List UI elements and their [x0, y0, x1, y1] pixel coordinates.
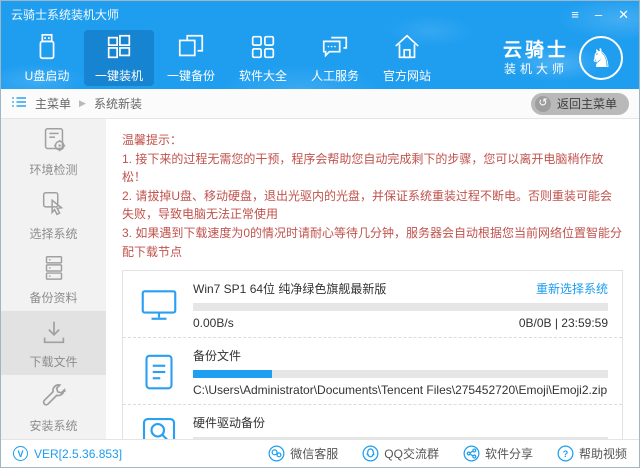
qq-icon — [362, 445, 379, 462]
qq-group-link[interactable]: QQ交流群 — [362, 445, 439, 462]
app-window: 云骑士系统装机大师 ≡ – ✕ U盘启动 — [0, 0, 640, 468]
backup-title: 备份文件 — [193, 347, 241, 364]
reselect-system-link[interactable]: 重新选择系统 — [536, 280, 608, 297]
version-icon: V — [13, 446, 28, 461]
usb-drive-icon — [32, 32, 62, 62]
wechat-support-link[interactable]: 微信客服 — [268, 445, 338, 462]
footer-link-label: 帮助视频 — [579, 445, 627, 462]
nav-item-one-key-backup[interactable]: 一键备份 — [156, 30, 226, 86]
doc-gear-icon — [39, 125, 69, 155]
download-speed: 0.00B/s — [193, 316, 234, 330]
question-icon: ? — [557, 445, 574, 462]
share-icon — [463, 445, 480, 462]
menu-icon[interactable]: ≡ — [571, 8, 579, 21]
driver-backup-title: 硬件驱动备份 — [193, 414, 265, 431]
help-video-link[interactable]: ? 帮助视频 — [557, 445, 627, 462]
main-area: 环境检测 选择系统 — [1, 119, 639, 439]
sidebar-item-select-system[interactable]: 选择系统 — [1, 183, 106, 247]
version-button[interactable]: V VER[2.5.36.853] — [13, 446, 122, 461]
sidebar-item-download-files[interactable]: 下载文件 — [1, 311, 106, 375]
header: 云骑士系统装机大师 ≡ – ✕ U盘启动 — [1, 1, 639, 89]
main-nav: U盘启动 一键装机 一键备份 — [1, 27, 639, 89]
nav-item-label: U盘启动 — [25, 67, 70, 84]
progress-bar — [193, 303, 608, 311]
content: 温馨提示： 1. 接下来的过程无需您的干预，程序会帮助您自动完成剩下的步骤，您可… — [106, 119, 639, 439]
footer-link-label: QQ交流群 — [384, 445, 439, 462]
progress-bar — [193, 370, 608, 378]
breadcrumb-bar: 主菜单 ▶ 系统新装 ↺ 返回主菜单 — [1, 89, 639, 119]
backup-file-path: C:\Users\Administrator\Documents\Tencent… — [193, 383, 608, 397]
nav-item-label: 软件大全 — [239, 67, 287, 84]
sidebar-item-label: 选择系统 — [29, 225, 77, 242]
brand-subtitle: 装机大师 — [503, 62, 569, 77]
undo-arrow-icon: ↺ — [535, 96, 551, 112]
document-icon — [139, 347, 179, 397]
footer-link-label: 软件分享 — [485, 445, 533, 462]
tip-line: 1. 接下来的过程无需您的干预，程序会帮助您自动完成剩下的步骤，您可以离开电脑稍… — [122, 150, 623, 187]
titlebar: 云骑士系统装机大师 ≡ – ✕ — [1, 1, 639, 27]
progress-fill — [193, 370, 272, 378]
download-title: Win7 SP1 64位 纯净绿色旗舰最新版 — [193, 280, 386, 297]
back-button-label: 返回主菜单 — [557, 95, 617, 112]
version-label: VER[2.5.36.853] — [34, 447, 122, 461]
window-title: 云骑士系统装机大师 — [11, 6, 119, 23]
breadcrumb-arrow-icon: ▶ — [79, 98, 86, 109]
minimize-icon[interactable]: – — [595, 8, 602, 21]
brand-name: 云骑士 — [503, 39, 569, 63]
knight-logo-icon: ♞ — [579, 36, 623, 80]
nav-item-label: 一键备份 — [167, 67, 215, 84]
copy-icon — [176, 32, 206, 62]
nav-item-one-key-install[interactable]: 一键装机 — [84, 30, 154, 86]
window-grid-icon — [104, 32, 134, 62]
tip-line: 3. 如果遇到下载速度为0的情况时请耐心等待几分钟，服务器会自动根据您当前网络位… — [122, 224, 623, 261]
sidebar-item-label: 安装系统 — [29, 417, 77, 434]
svg-text:?: ? — [563, 449, 568, 459]
footer: V VER[2.5.36.853] 微信客服 — [1, 439, 639, 467]
tips-block: 温馨提示： 1. 接下来的过程无需您的干预，程序会帮助您自动完成剩下的步骤，您可… — [122, 131, 623, 261]
tips-title: 温馨提示： — [122, 131, 623, 150]
server-stack-icon — [39, 253, 69, 283]
nav-item-official-site[interactable]: 官方网站 — [372, 30, 442, 86]
sidebar-item-env-check[interactable]: 环境检测 — [1, 119, 106, 183]
back-to-main-menu-button[interactable]: ↺ 返回主菜单 — [531, 93, 629, 115]
wrench-icon — [39, 381, 69, 411]
tip-line: 2. 请拔掉U盘、移动硬盘，退出光驱内的光盘，并保证系统重装过程不断电。否则重装… — [122, 187, 623, 224]
breadcrumb-current: 系统新装 — [94, 95, 142, 112]
chat-bubbles-icon — [320, 32, 350, 62]
sidebar-item-label: 备份资料 — [29, 289, 77, 306]
download-icon — [39, 317, 69, 347]
share-software-link[interactable]: 软件分享 — [463, 445, 533, 462]
sidebar-item-install-system[interactable]: 安装系统 — [1, 375, 106, 439]
nav-item-label: 一键装机 — [95, 67, 143, 84]
nav-item-label: 官方网站 — [383, 67, 431, 84]
sidebar: 环境检测 选择系统 — [1, 119, 106, 439]
list-icon — [11, 95, 27, 112]
download-row-backup-files: 备份文件 C:\Users\Administrator\Documents\Te… — [123, 338, 622, 405]
footer-link-label: 微信客服 — [290, 445, 338, 462]
sidebar-item-label: 下载文件 — [29, 353, 77, 370]
sidebar-item-label: 环境检测 — [29, 161, 77, 178]
sidebar-item-backup-data[interactable]: 备份资料 — [1, 247, 106, 311]
cursor-select-icon — [39, 189, 69, 219]
close-icon[interactable]: ✕ — [618, 8, 629, 21]
download-row-system: Win7 SP1 64位 纯净绿色旗舰最新版 重新选择系统 0.00B/s 0B… — [123, 271, 622, 338]
wechat-icon — [268, 445, 285, 462]
nav-item-customer-service[interactable]: 人工服务 — [300, 30, 370, 86]
home-icon — [392, 32, 422, 62]
breadcrumb-root[interactable]: 主菜单 — [35, 95, 71, 112]
nav-item-usb-boot[interactable]: U盘启动 — [12, 30, 82, 86]
nav-item-software-center[interactable]: 软件大全 — [228, 30, 298, 86]
monitor-icon — [139, 280, 179, 330]
nav-item-label: 人工服务 — [311, 67, 359, 84]
brand: 云骑士 装机大师 ♞ — [503, 27, 639, 89]
grid-squares-icon — [248, 32, 278, 62]
download-size-time: 0B/0B | 23:59:59 — [519, 316, 608, 330]
